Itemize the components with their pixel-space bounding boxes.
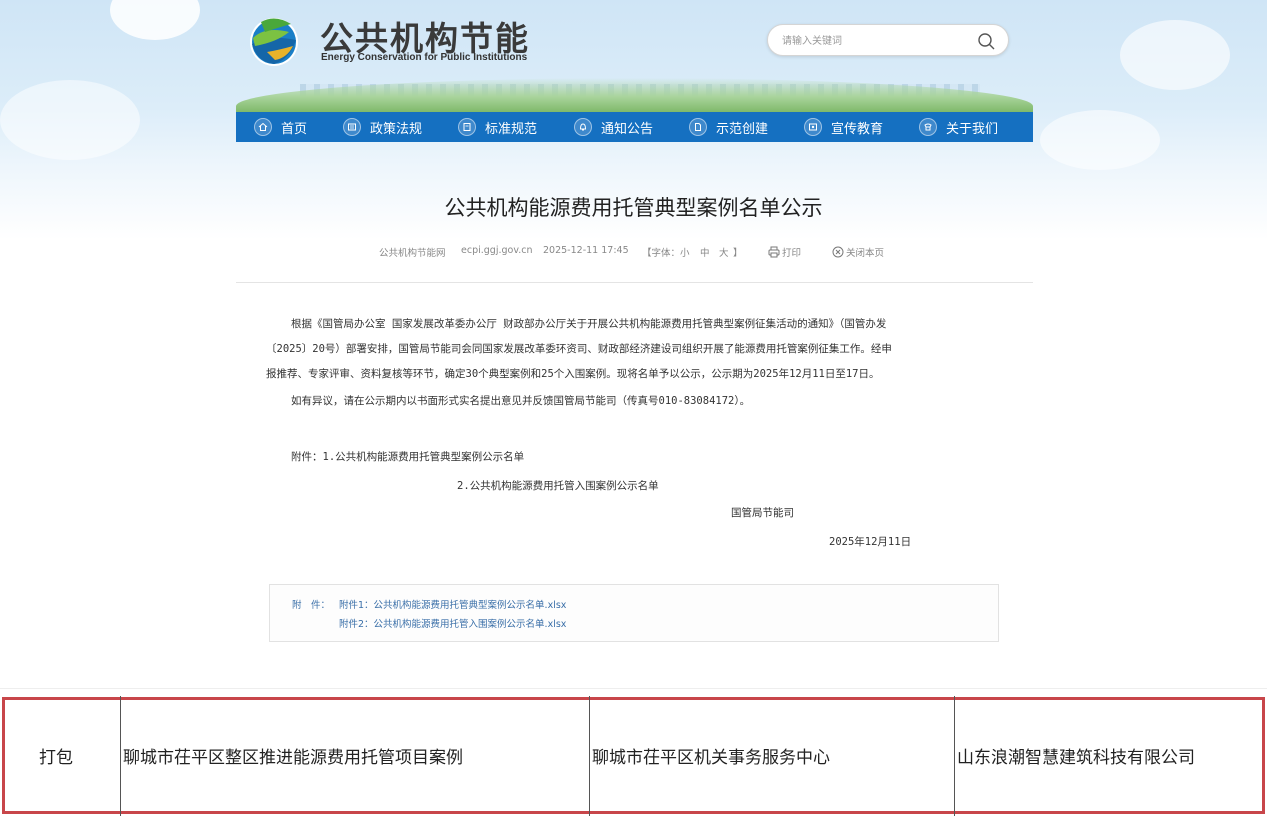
column-divider <box>589 696 590 816</box>
nav-item-about[interactable]: 关于我们 <box>919 112 998 142</box>
nav-label: 示范创建 <box>716 121 769 137</box>
column-divider <box>120 696 121 816</box>
nav-label: 标准规范 <box>485 121 538 137</box>
site-subtitle: Energy Conservation for Public Instituti… <box>321 52 528 63</box>
attachment-link-1[interactable]: 附件1：公共机构能源费用托管典型案例公示名单.xlsx <box>339 597 566 611</box>
font-size-close: 】 <box>733 248 743 259</box>
article-source: 公共机构节能网 <box>379 248 446 259</box>
close-page-label: 关闭本页 <box>846 248 885 259</box>
divider <box>236 282 1033 283</box>
font-small-button[interactable]: 小 <box>680 245 690 259</box>
table-cell-institution: 聊城市茌平区机关事务服务中心 <box>592 748 830 768</box>
search-icon[interactable] <box>976 31 996 51</box>
signature-date: 2025年12月11日 <box>829 536 912 548</box>
home-icon <box>254 118 272 136</box>
nav-item-education[interactable]: 宣传教育 <box>804 112 883 142</box>
attachment-link-2[interactable]: 附件2：公共机构能源费用托管入围案例公示名单.xlsx <box>339 616 566 630</box>
cloud-decoration <box>0 80 140 160</box>
cloud-decoration <box>1120 20 1230 90</box>
article-title: 公共机构能源费用托管典型案例名单公示 <box>444 196 823 220</box>
cloud-decoration <box>110 0 200 40</box>
nav-label: 首页 <box>281 121 308 137</box>
nav-item-notices[interactable]: 通知公告 <box>574 112 653 142</box>
article-domain: ecpi.ggj.gov.cn <box>461 245 533 256</box>
policy-icon <box>343 118 361 136</box>
document-icon <box>689 118 707 136</box>
attachment-list-item: 附件：1.公共机构能源费用托管典型案例公示名单 <box>291 451 525 463</box>
nav-item-home[interactable]: 首页 <box>254 112 307 142</box>
phone-icon <box>919 118 937 136</box>
table-cell-type: 打包 <box>39 748 73 768</box>
nav-item-policy[interactable]: 政策法规 <box>343 112 422 142</box>
printer-icon <box>768 246 780 258</box>
nav-item-standards[interactable]: 标准规范 <box>458 112 537 142</box>
attachments-label: 附 件： <box>292 600 331 611</box>
nav-item-demo[interactable]: 示范创建 <box>689 112 768 142</box>
standard-icon <box>458 118 476 136</box>
font-large-button[interactable]: 大 <box>719 245 729 259</box>
article-datetime: 2025-12-11 17:45 <box>543 245 629 256</box>
attachment-list-item: 2.公共机构能源费用托管入围案例公示名单 <box>457 480 659 492</box>
cloud-decoration <box>1040 110 1160 170</box>
attachments-box: 附 件： 附件1：公共机构能源费用托管典型案例公示名单.xlsx 附件2：公共机… <box>269 584 999 642</box>
main-nav: 首页 政策法规 标准规范 通知公告 示范创建 宣传教育 关于我们 <box>236 112 1033 142</box>
print-button[interactable]: 打印 <box>768 245 801 259</box>
table-cell-company: 山东浪潮智慧建筑科技有限公司 <box>957 748 1195 768</box>
divider <box>0 688 1267 689</box>
nav-label: 通知公告 <box>601 121 654 137</box>
education-icon <box>804 118 822 136</box>
signer: 国管局节能司 <box>731 507 794 519</box>
body-paragraph-line: 报推荐、专家评审、资料复核等环节，确定30个典型案例和25个入围案例。现将名单予… <box>266 368 880 380</box>
site-logo[interactable] <box>247 12 303 68</box>
column-divider <box>954 696 955 816</box>
print-label: 打印 <box>782 248 802 259</box>
font-size-label: 【字体： <box>642 248 681 259</box>
body-paragraph-line: 〔2025〕20号）部署安排，国管局节能司会同国家发展改革委环资司、财政部经济建… <box>266 343 892 355</box>
font-medium-button[interactable]: 中 <box>700 245 710 259</box>
nav-label: 关于我们 <box>946 121 999 137</box>
table-cell-case-name: 聊城市茌平区整区推进能源费用托管项目案例 <box>123 748 463 768</box>
body-paragraph-line: 根据《国管局办公室 国家发展改革委办公厅 财政部办公厅关于开展公共机构能源费用托… <box>291 318 887 330</box>
close-icon <box>832 246 844 258</box>
nav-label: 宣传教育 <box>831 121 884 137</box>
table-row: 打包 聊城市茌平区整区推进能源费用托管项目案例 聊城市茌平区机关事务服务中心 山… <box>2 696 1265 816</box>
globe-leaf-icon <box>250 18 298 66</box>
close-page-button[interactable]: 关闭本页 <box>832 245 884 259</box>
search-box <box>767 24 1009 56</box>
search-input[interactable] <box>782 32 962 50</box>
nav-label: 政策法规 <box>370 121 423 137</box>
body-paragraph: 如有异议，请在公示期内以书面形式实名提出意见并反馈国管局节能司（传真号010-8… <box>291 395 751 407</box>
bell-icon <box>574 118 592 136</box>
